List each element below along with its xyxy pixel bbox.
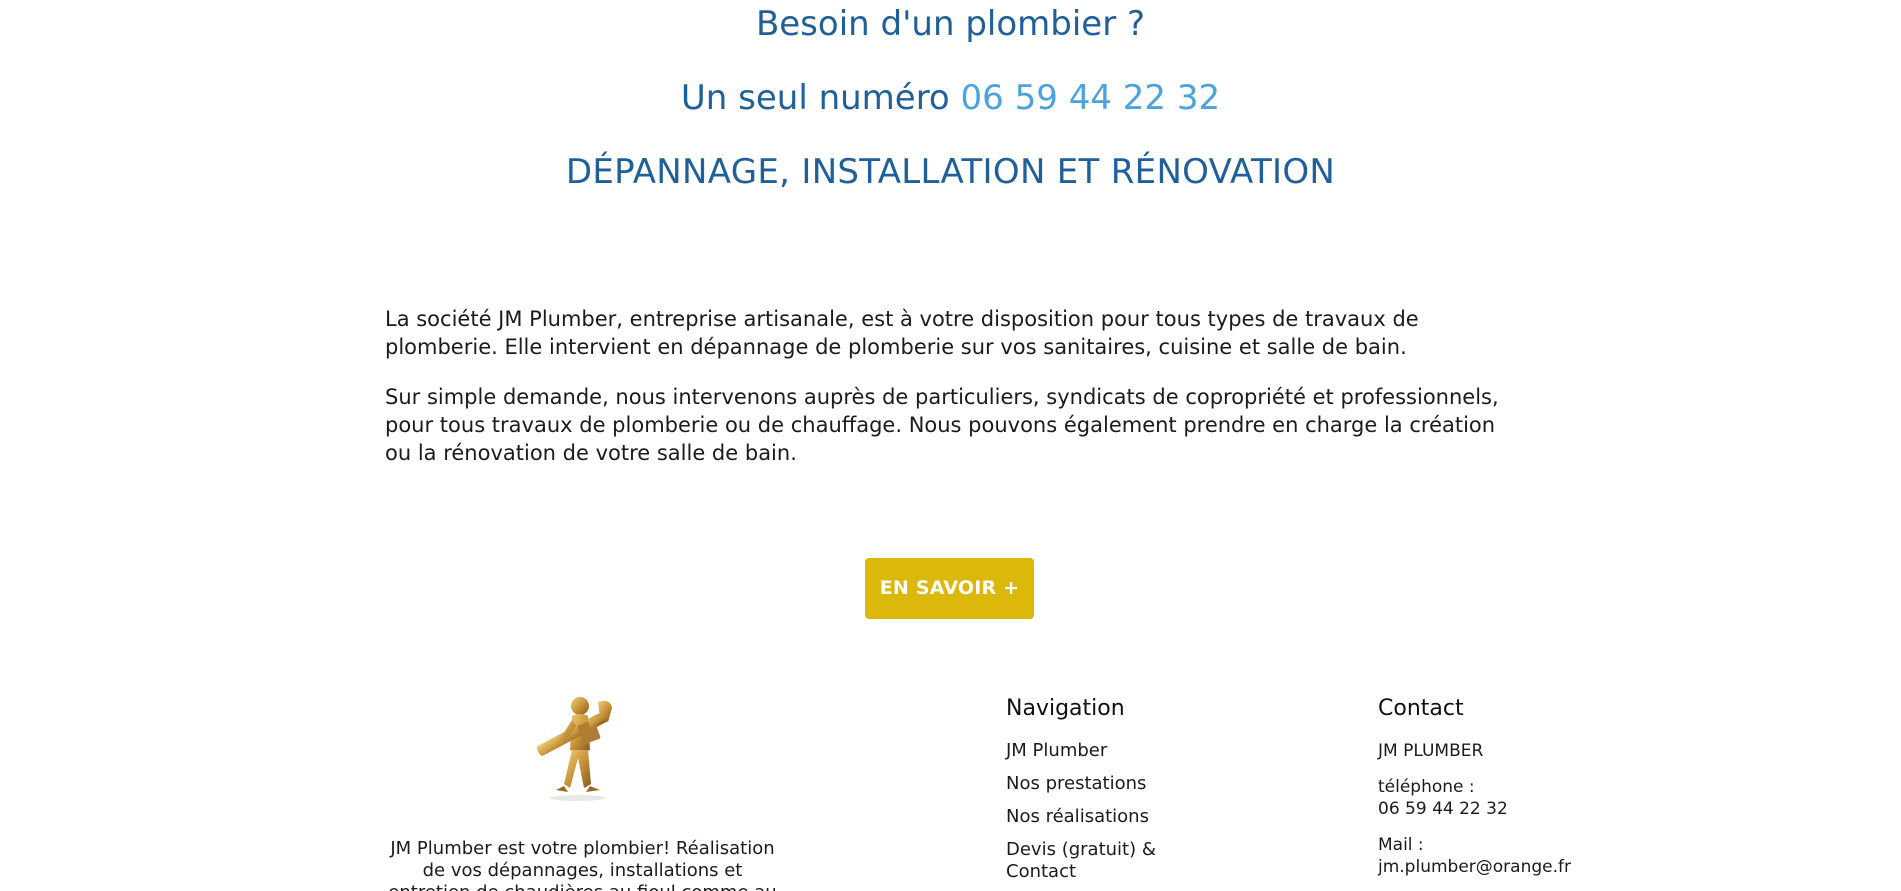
hero-phone-link[interactable]: 06 59 44 22 32 bbox=[961, 78, 1221, 118]
footer-nav-link-jm-plumber[interactable]: JM Plumber bbox=[1006, 740, 1206, 762]
footer-navigation: Navigation JM Plumber Nos prestations No… bbox=[1006, 694, 1206, 891]
contact-mail-block: Mail : jm.plumber@orange.fr bbox=[1378, 834, 1638, 878]
footer-contact: Contact JM PLUMBER téléphone : 06 59 44 … bbox=[1378, 694, 1638, 891]
contact-email-link[interactable]: jm.plumber@orange.fr bbox=[1378, 856, 1638, 878]
contact-phone-link[interactable]: 06 59 44 22 32 bbox=[1378, 798, 1638, 820]
footer-about-text: JM Plumber est votre plombier! Réalisati… bbox=[388, 838, 776, 891]
hero-heading: Besoin d'un plombier ? bbox=[755, 4, 1146, 44]
footer-nav-link-prestations[interactable]: Nos prestations bbox=[1006, 773, 1206, 795]
contact-phone-label: téléphone : bbox=[1378, 777, 1475, 797]
footer-navigation-list: JM Plumber Nos prestations Nos réalisati… bbox=[1006, 740, 1206, 883]
page: Besoin d'un plombier ? Un seul numéro 06… bbox=[0, 0, 1901, 891]
footer-nav-link-devis-contact[interactable]: Devis (gratuit) & Contact bbox=[1006, 839, 1206, 883]
contact-company-name: JM PLUMBER bbox=[1378, 741, 1484, 761]
contact-phone-block: téléphone : 06 59 44 22 32 bbox=[1378, 776, 1638, 820]
hero-services-heading: DÉPANNAGE, INSTALLATION ET RÉNOVATION bbox=[565, 152, 1336, 192]
footer-contact-title: Contact bbox=[1378, 696, 1464, 721]
footer-contact-list: JM PLUMBER téléphone : 06 59 44 22 32 Ma… bbox=[1378, 740, 1638, 878]
intro-text: La société JM Plumber, entreprise artisa… bbox=[385, 305, 1520, 489]
footer-nav-link-realisations[interactable]: Nos réalisations bbox=[1006, 806, 1206, 828]
hero-phone-line: Un seul numéro 06 59 44 22 32 bbox=[0, 76, 1901, 120]
contact-mail-label: Mail : bbox=[1378, 835, 1424, 855]
hero-phone-prefix: Un seul numéro bbox=[680, 78, 961, 118]
golden-plumber-figure-icon bbox=[536, 697, 612, 801]
footer-navigation-title: Navigation bbox=[1006, 696, 1125, 721]
intro-paragraph-1: La société JM Plumber, entreprise artisa… bbox=[385, 307, 1419, 359]
learn-more-button[interactable]: EN SAVOIR + bbox=[865, 558, 1034, 619]
plumber-logo-icon[interactable] bbox=[528, 692, 624, 802]
intro-paragraph-2: Sur simple demande, nous intervenons aup… bbox=[385, 385, 1499, 465]
